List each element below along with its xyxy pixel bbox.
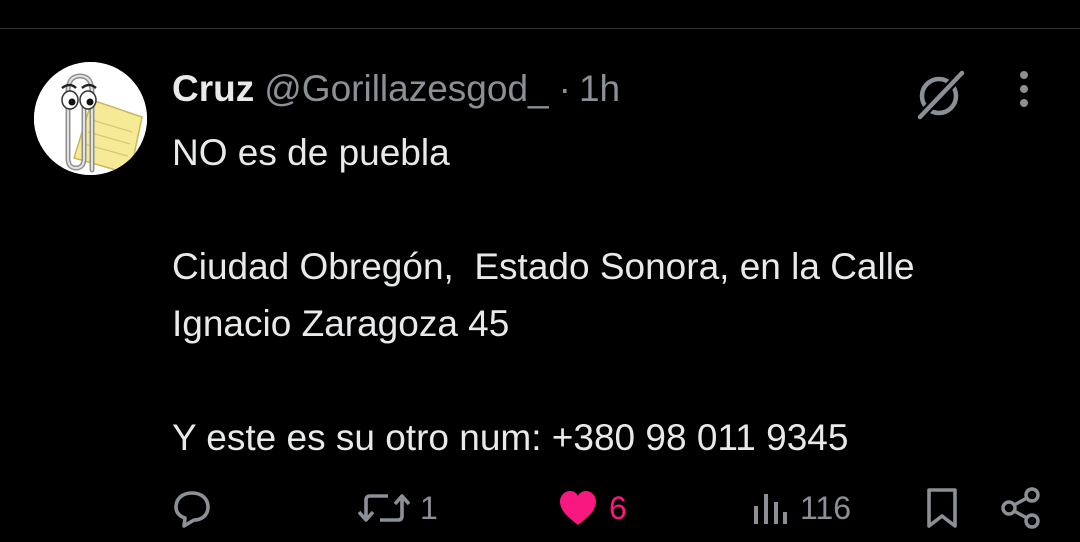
like-count: 6 [609,489,627,526]
views-count: 116 [800,489,852,526]
retweet-count: 1 [420,489,438,526]
user-handle[interactable]: @Gorillazesgod_ [264,67,548,111]
tweet-text-blank-line [172,352,1052,409]
tweet-text-line: Y este es su otro num: +380 98 011 9345 [172,417,849,458]
retweet-button[interactable]: 1 [358,483,438,533]
bookmark-button[interactable] [922,483,962,533]
timestamp[interactable]: 1h [579,67,620,111]
reply-bubble-icon [174,491,210,528]
views-button[interactable]: 116 [750,483,851,533]
heart-icon [560,491,596,525]
tweet-text-blank-line [172,181,1052,238]
separator-dot: · [558,68,571,109]
bookmark-icon [927,488,957,528]
tweet-text-line: Ignacio Zaragoza 45 [172,303,510,344]
grok-icon[interactable] [914,67,968,121]
avatar[interactable] [34,62,147,175]
tweet-text-line: NO es de puebla [172,132,450,173]
share-button[interactable] [1000,483,1042,533]
reply-button[interactable] [172,483,212,533]
retweet-icon [358,494,410,522]
more-vertical-icon[interactable] [1008,69,1040,109]
tweet-text-line: Ciudad Obregón, Estado Sonora, en la Cal… [172,246,915,287]
clippy-avatar-image [34,62,147,175]
views-bar-icon [754,494,787,524]
tweet-header: Cruz @Gorillazesgod_ · 1h [172,67,620,111]
tweet-text: NO es de puebla Ciudad Obregón, Estado S… [172,124,1052,466]
like-button[interactable]: 6 [557,483,627,533]
tweet-card[interactable]: Cruz @Gorillazesgod_ · 1h NO es de puebl… [0,29,1080,542]
display-name[interactable]: Cruz [172,67,254,111]
share-icon [1001,487,1040,529]
tweet-actions: 1 6 116 [0,483,1080,533]
